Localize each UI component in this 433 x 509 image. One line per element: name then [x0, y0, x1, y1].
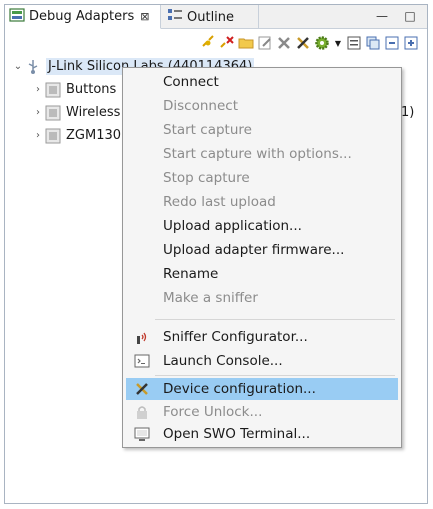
device-icon — [45, 82, 61, 98]
tab-outline[interactable]: Outline — [163, 5, 259, 29]
delete-icon[interactable] — [276, 35, 292, 51]
menu-item-device-configuration[interactable]: Device configuration... — [126, 378, 398, 400]
close-icon[interactable]: ⊠ — [140, 10, 149, 23]
maximize-icon[interactable]: □ — [403, 9, 417, 23]
console-icon — [134, 353, 150, 369]
terminal-icon — [134, 426, 150, 442]
expand-icon[interactable] — [403, 35, 419, 51]
menu-item-label: Sniffer Configurator... — [163, 329, 308, 345]
menu-separator — [155, 319, 395, 320]
chevron-right-icon[interactable]: › — [31, 130, 45, 141]
menu-item-label: Disconnect — [163, 98, 238, 114]
menu-item-label: Launch Console... — [163, 353, 283, 369]
device-icon — [45, 105, 61, 121]
sniffer-icon — [134, 329, 150, 345]
menu-item-disconnect[interactable]: Disconnect — [126, 95, 398, 117]
menu-item-make-sniffer[interactable]: Make a sniffer — [126, 287, 398, 309]
tree-item-label: ZGM130 — [66, 128, 122, 143]
menu-item-sniffer-configurator[interactable]: Sniffer Configurator... — [126, 326, 398, 348]
menu-item-label: Upload adapter firmware... — [163, 242, 345, 258]
view-toolbar: ▼ — [200, 32, 419, 54]
menu-item-start-capture-options[interactable]: Start capture with options... — [126, 143, 398, 165]
tree-item-label: Buttons — [66, 82, 117, 97]
menu-item-rename[interactable]: Rename — [126, 263, 398, 285]
menu-item-label: Force Unlock... — [163, 404, 263, 420]
clipped-text: 1) — [401, 105, 415, 120]
collapse-icon[interactable] — [384, 35, 400, 51]
menu-item-label: Upload application... — [163, 218, 302, 234]
connect-icon[interactable] — [200, 35, 216, 51]
tree-item-label: Wireless — [66, 105, 121, 120]
settings-gear-icon[interactable] — [314, 35, 330, 51]
menu-item-label: Redo last upload — [163, 194, 276, 210]
menu-item-label: Make a sniffer — [163, 290, 258, 306]
menu-item-upload-adapter-firmware[interactable]: Upload adapter firmware... — [126, 239, 398, 261]
chevron-down-icon[interactable]: ▼ — [333, 35, 343, 51]
debug-adapters-icon — [9, 7, 25, 27]
menu-item-force-unlock[interactable]: Force Unlock... — [126, 401, 398, 423]
view-icon[interactable] — [346, 35, 362, 51]
menu-separator — [155, 375, 395, 376]
menu-item-redo-last-upload[interactable]: Redo last upload — [126, 191, 398, 213]
menu-item-label: Start capture — [163, 122, 252, 138]
copy-icon[interactable] — [365, 35, 381, 51]
menu-item-stop-capture[interactable]: Stop capture — [126, 167, 398, 189]
tab-outline-label: Outline — [187, 9, 235, 25]
edit-icon[interactable] — [257, 35, 273, 51]
menu-item-open-swo-terminal[interactable]: Open SWO Terminal... — [126, 423, 398, 445]
configure-icon[interactable] — [295, 35, 311, 51]
device-icon — [45, 128, 61, 144]
minimize-icon[interactable]: — — [375, 9, 389, 23]
menu-item-label: Start capture with options... — [163, 146, 352, 162]
device-config-icon — [134, 381, 150, 397]
menu-item-label: Connect — [163, 74, 219, 90]
menu-item-label: Rename — [163, 266, 219, 282]
chevron-down-icon[interactable]: ⌄ — [11, 61, 25, 72]
menu-item-launch-console[interactable]: Launch Console... — [126, 350, 398, 372]
chevron-right-icon[interactable]: › — [31, 107, 45, 118]
menu-item-label: Open SWO Terminal... — [163, 426, 311, 442]
menu-item-connect[interactable]: Connect — [126, 71, 398, 93]
lock-icon — [134, 404, 150, 420]
tab-debug-adapters-label: Debug Adapters — [29, 9, 135, 24]
view-tab-bar: Debug Adapters ⊠ Outline — □ — [5, 5, 427, 29]
folder-icon[interactable] — [238, 35, 254, 51]
menu-item-upload-application[interactable]: Upload application... — [126, 215, 398, 237]
disconnect-icon[interactable] — [219, 35, 235, 51]
chevron-right-icon[interactable]: › — [31, 84, 45, 95]
menu-item-label: Device configuration... — [163, 381, 316, 397]
outline-icon — [167, 7, 183, 27]
usb-adapter-icon — [25, 59, 41, 75]
menu-item-start-capture[interactable]: Start capture — [126, 119, 398, 141]
menu-item-label: Stop capture — [163, 170, 250, 186]
context-menu: Connect Disconnect Start capture Start c… — [122, 67, 402, 448]
tab-debug-adapters[interactable]: Debug Adapters ⊠ — [5, 5, 161, 29]
